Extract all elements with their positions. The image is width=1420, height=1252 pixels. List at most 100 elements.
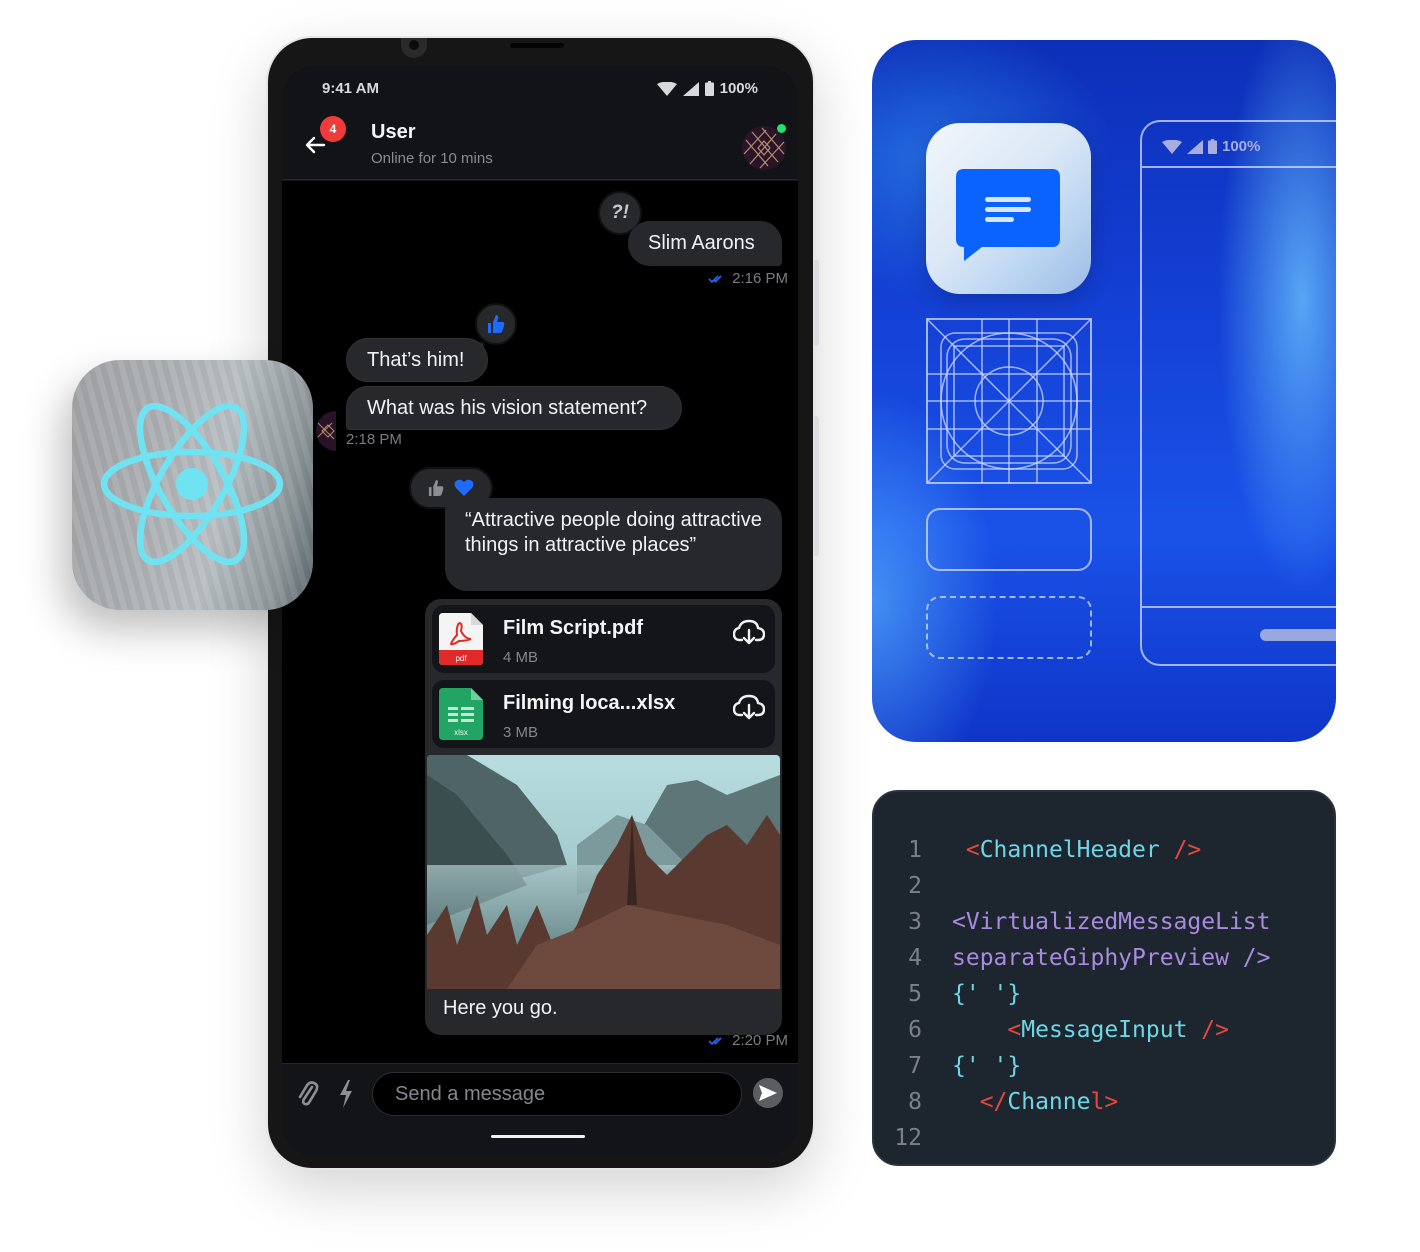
double-check-icon xyxy=(708,1036,722,1045)
wifi-icon xyxy=(1162,139,1182,154)
code-text: separateGiphyPreview /> xyxy=(952,940,1271,976)
code-token: <VirtualizedMessageList xyxy=(952,909,1271,935)
attachment-message: pdf Film Script.pdf 4 MB xlsx Filming lo… xyxy=(425,599,782,1035)
line-number: 12 xyxy=(894,1125,922,1151)
message-list[interactable]: ?! Slim Aarons 2:16 PM That’s him! What … xyxy=(282,181,798,1063)
code-token: {' '} xyxy=(952,1053,1022,1079)
message-text: “Attractive people doing attractive thin… xyxy=(465,509,762,556)
line-number: 6 xyxy=(908,1017,922,1043)
lightning-bolt-icon[interactable] xyxy=(338,1080,354,1108)
battery-percent: 100% xyxy=(1222,138,1261,155)
file-name: Filming loca...xlsx xyxy=(503,692,676,714)
code-token: < xyxy=(952,1017,1022,1043)
online-indicator xyxy=(777,124,786,133)
code-token: Channe xyxy=(1007,1089,1091,1115)
channel-header: 4 User Online for 10 mins xyxy=(282,110,798,180)
wifi-icon xyxy=(656,81,677,96)
line-number: 5 xyxy=(908,981,922,1007)
file-size: 4 MB xyxy=(503,649,539,666)
message-timestamp: 2:20 PM xyxy=(708,1032,788,1049)
cloud-download-icon[interactable] xyxy=(733,619,765,647)
message-text: That’s him! xyxy=(367,349,465,371)
file-type-label: xlsx xyxy=(454,728,468,737)
power-button xyxy=(814,416,819,556)
icon-grid-template xyxy=(926,318,1092,484)
code-token: ChannelHeader xyxy=(979,837,1160,863)
message-bubble[interactable]: What was his vision statement? xyxy=(346,386,682,430)
reaction-thumbs-up[interactable] xyxy=(475,303,517,345)
message-timestamp: 2:16 PM xyxy=(708,270,788,287)
paperclip-icon[interactable] xyxy=(296,1080,320,1108)
front-camera xyxy=(401,38,427,58)
unread-count-badge: 4 xyxy=(320,116,346,142)
react-logo-card xyxy=(72,360,313,610)
file-attachment[interactable]: xlsx Filming loca...xlsx 3 MB xyxy=(432,680,775,748)
file-name: Film Script.pdf xyxy=(503,617,643,639)
message-bubble[interactable]: Slim Aarons xyxy=(628,221,782,266)
phone-mockup: 9:41 AM 100% 4 User Online for 10 mins ?… xyxy=(268,38,819,1168)
pdf-file-icon: pdf xyxy=(439,613,483,665)
message-composer xyxy=(282,1063,798,1156)
wireframe-phone: 100% xyxy=(1140,120,1336,666)
code-token: </ xyxy=(952,1089,1008,1115)
wireframe-divider xyxy=(1142,606,1336,608)
design-system-card: 100% xyxy=(872,40,1336,742)
cloud-download-icon[interactable] xyxy=(733,694,765,722)
message-timestamp: 2:18 PM xyxy=(346,431,402,448)
thumbs-up-icon xyxy=(488,315,505,333)
signal-icon xyxy=(682,81,699,96)
line-number: 8 xyxy=(908,1089,922,1115)
file-size: 3 MB xyxy=(503,724,539,741)
home-indicator[interactable] xyxy=(491,1135,585,1138)
file-type-label: pdf xyxy=(455,654,467,663)
file-attachment[interactable]: pdf Film Script.pdf 4 MB xyxy=(432,605,775,673)
code-token: MessageInput xyxy=(1021,1017,1188,1043)
dashed-placeholder xyxy=(926,596,1092,659)
message-input[interactable] xyxy=(372,1072,742,1116)
code-text: </Channel> xyxy=(952,1084,1119,1120)
battery-icon xyxy=(1208,139,1217,154)
line-number: 2 xyxy=(908,873,922,899)
code-token: /> xyxy=(1159,837,1202,863)
battery-icon xyxy=(704,81,714,96)
message-bubble[interactable]: “Attractive people doing attractive thin… xyxy=(445,498,782,591)
code-snippet-card: 1 <ChannelHeader /> 2 3 <VirtualizedMessage… xyxy=(872,790,1336,1166)
wireframe-status-bar: 100% xyxy=(1142,122,1336,168)
code-token: {' '} xyxy=(952,981,1022,1007)
message-bubble[interactable]: That’s him! xyxy=(346,338,488,382)
channel-title: User xyxy=(371,121,416,143)
earpiece-speaker xyxy=(510,43,564,48)
code-token: l> xyxy=(1090,1089,1119,1115)
button-outline-placeholder xyxy=(926,508,1092,571)
message-text: Slim Aarons xyxy=(648,232,755,254)
volume-button xyxy=(814,260,819,346)
message-text: What was his vision statement? xyxy=(367,397,648,419)
image-caption: Here you go. xyxy=(443,997,558,1019)
code-text: {' '} xyxy=(952,1048,1021,1084)
status-time: 9:41 AM xyxy=(322,80,379,97)
line-number: 1 xyxy=(908,837,922,863)
wireframe-input-bar xyxy=(1260,629,1336,641)
code-text: {' '} xyxy=(952,976,1021,1012)
phone-screen: 9:41 AM 100% 4 User Online for 10 mins ?… xyxy=(282,66,798,1156)
battery-percent: 100% xyxy=(719,80,758,97)
thumbs-up-icon xyxy=(428,480,444,496)
line-number: 3 xyxy=(908,909,922,935)
heart-icon xyxy=(454,479,474,496)
code-text: <MessageInput /> xyxy=(952,1012,1229,1048)
line-number: 7 xyxy=(908,1053,922,1079)
code-token: < xyxy=(952,837,980,863)
code-text: <VirtualizedMessageList xyxy=(952,904,1271,940)
code-token: separateGiphyPreview /> xyxy=(952,945,1271,971)
status-bar: 9:41 AM 100% xyxy=(282,66,798,110)
double-check-icon xyxy=(708,274,722,283)
chat-app-icon xyxy=(926,123,1091,294)
react-atom-icon xyxy=(100,402,284,566)
send-button[interactable] xyxy=(753,1078,783,1108)
interrobang-icon: ?! xyxy=(611,202,629,223)
signal-icon xyxy=(1187,139,1203,154)
xlsx-file-icon: xlsx xyxy=(439,688,483,740)
image-attachment[interactable] xyxy=(427,755,780,989)
code-text: <ChannelHeader /> xyxy=(952,832,1201,868)
channel-subtitle: Online for 10 mins xyxy=(371,150,493,167)
